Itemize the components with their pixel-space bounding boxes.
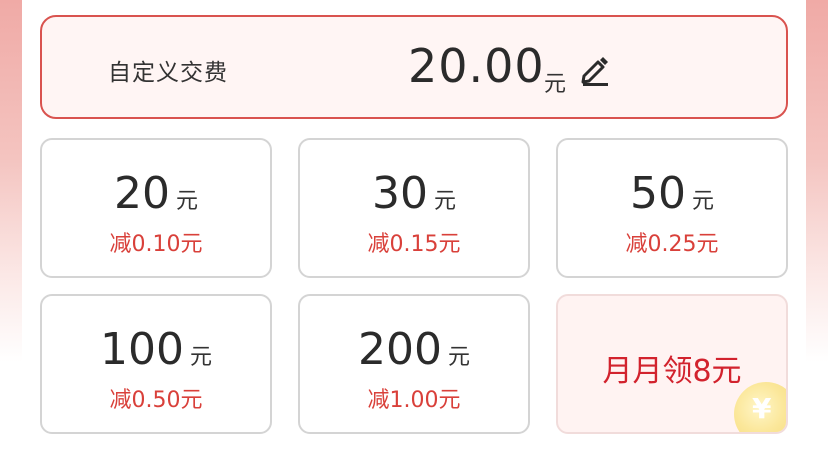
option-unit: 元 (691, 189, 714, 214)
option-amount: 200 (358, 324, 442, 375)
option-amount: 50 (629, 168, 686, 219)
option-unit: 元 (447, 345, 470, 370)
option-discount: 减0.50元 (109, 388, 203, 413)
option-discount: 减0.15元 (367, 232, 461, 257)
option-discount: 减1.00元 (367, 388, 461, 413)
option-unit: 元 (189, 345, 212, 370)
amount-option-50[interactable]: 50 元 减0.25元 (556, 138, 788, 278)
amount-option-100[interactable]: 100 元 减0.50元 (40, 294, 272, 434)
option-amount: 30 (371, 168, 428, 219)
amount-option-20[interactable]: 20 元 减0.10元 (40, 138, 272, 278)
amount-option-30[interactable]: 30 元 减0.15元 (298, 138, 530, 278)
option-unit: 元 (175, 189, 198, 214)
background-left-gradient (0, 0, 24, 453)
option-discount: 减0.10元 (109, 232, 203, 257)
background-right-gradient (804, 0, 828, 453)
monthly-bonus-label: 月月领8元 (602, 354, 742, 389)
custom-amount-value[interactable]: 20.00 (408, 39, 545, 93)
custom-payment-box[interactable]: 自定义交费 20.00 元 (40, 15, 788, 119)
amount-option-200[interactable]: 200 元 减1.00元 (298, 294, 530, 434)
custom-payment-label: 自定义交费 (108, 60, 228, 86)
custom-amount-unit: 元 (544, 72, 567, 97)
option-unit: 元 (433, 189, 456, 214)
pencil-edit-icon[interactable] (580, 54, 610, 86)
option-amount: 100 (100, 324, 184, 375)
monthly-bonus-card[interactable]: 月月领8元 ¥ (556, 294, 788, 434)
option-discount: 减0.25元 (625, 232, 719, 257)
option-amount: 20 (113, 168, 170, 219)
